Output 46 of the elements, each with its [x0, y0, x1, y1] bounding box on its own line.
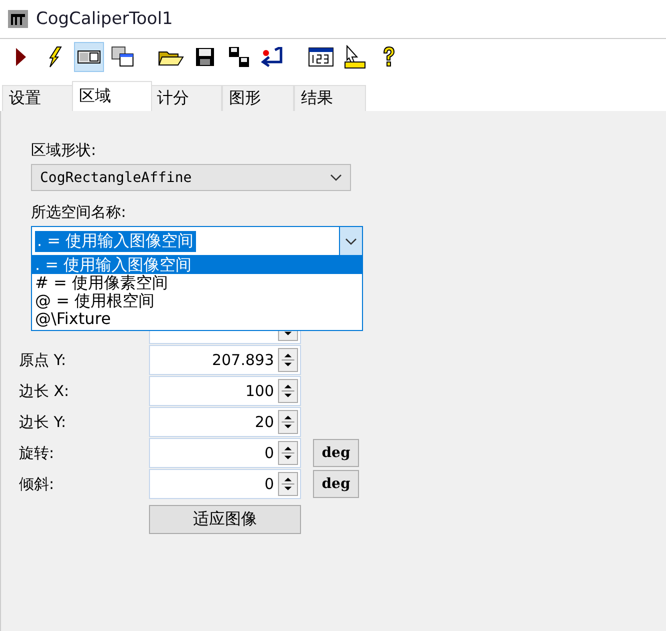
tab[interactable]: 结果: [294, 85, 366, 111]
chevron-down-icon: [345, 238, 357, 244]
number-field[interactable]: 207.893: [149, 345, 301, 375]
field-label: 原点 Y:: [19, 350, 66, 368]
space-dropdown[interactable]: . = 使用输入图像空间: [31, 226, 363, 256]
floppy-icon: [195, 47, 215, 67]
lightning-icon: [48, 46, 62, 68]
fit-image-button[interactable]: 适应图像: [149, 505, 301, 534]
spinner-icon[interactable]: [278, 410, 298, 434]
tab[interactable]: 图形: [222, 85, 294, 111]
windows-icon: [111, 46, 135, 68]
chevron-down-icon: [330, 174, 342, 181]
toolbar-button[interactable]: [74, 42, 104, 72]
counter-icon: [308, 47, 334, 67]
spinner-icon[interactable]: [278, 472, 298, 496]
floppies-icon: [228, 46, 250, 68]
spinner-icon[interactable]: [278, 441, 298, 465]
tab[interactable]: 区域: [72, 81, 152, 111]
number-field[interactable]: 0: [149, 469, 301, 499]
app-icon: [8, 10, 28, 28]
pointer-ruler-icon: [343, 45, 367, 69]
field-label: 边长 Y:: [19, 412, 66, 430]
tab[interactable]: 设置: [2, 85, 74, 111]
field-label: 旋转:: [19, 444, 54, 462]
tab[interactable]: 计分: [150, 85, 222, 111]
unit-button[interactable]: deg: [313, 470, 359, 498]
number-field[interactable]: 20: [149, 407, 301, 437]
unit-button[interactable]: deg: [313, 439, 359, 467]
play-icon: [15, 47, 27, 67]
field-label: 所选空间名称:: [31, 203, 128, 222]
return-arrow-icon: [261, 47, 285, 67]
field-label: 区域形状:: [31, 141, 98, 160]
dropdown-option[interactable]: . = 使用输入图像空间: [32, 256, 362, 274]
dropdown-option[interactable]: @\Fixture: [32, 310, 362, 328]
shape-dropdown[interactable]: CogRectangleAffine: [31, 164, 351, 191]
number-field[interactable]: 100: [149, 376, 301, 406]
window-title: CogCaliperTool1: [36, 9, 173, 29]
dropdown-option[interactable]: @ = 使用根空间: [32, 292, 362, 310]
dropdown-option[interactable]: # = 使用像素空间: [32, 274, 362, 292]
number-field[interactable]: 0: [149, 438, 301, 468]
field-label: 倾斜:: [19, 474, 54, 492]
spinner-icon[interactable]: [278, 379, 298, 403]
spinner-icon[interactable]: [278, 348, 298, 372]
help-icon: [381, 46, 397, 68]
window-icon: [77, 49, 101, 65]
field-label: 边长 X:: [19, 382, 70, 400]
